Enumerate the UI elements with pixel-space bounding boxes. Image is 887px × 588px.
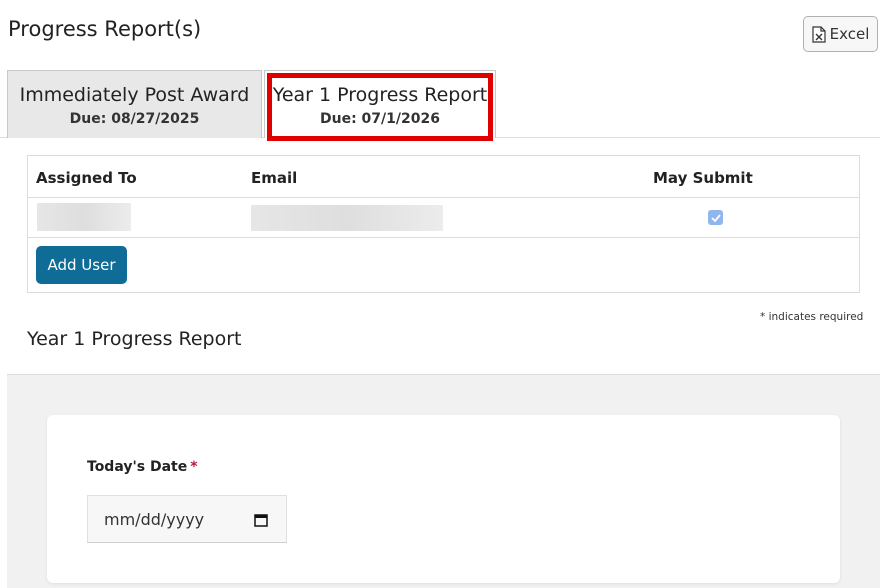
tab-year-1-progress-report[interactable]: Year 1 Progress Report Due: 07/1/2026 [264,70,496,138]
table-row-divider [28,197,859,198]
table-row-divider [28,237,859,238]
tab-title: Immediately Post Award [19,83,250,106]
tab-due-date: Due: 08/27/2025 [69,110,200,127]
column-header-assigned-to: Assigned To [36,169,137,187]
excel-button-label: Excel [829,25,870,43]
add-user-button[interactable]: Add User [36,246,127,284]
column-header-email: Email [251,169,298,187]
required-marker: * [190,459,198,475]
redacted-assigned-to [37,203,131,231]
date-placeholder: mm/dd/yyyy [104,509,205,529]
excel-file-icon [812,25,826,43]
todays-date-input[interactable]: mm/dd/yyyy [87,495,287,543]
tab-due-date: Due: 07/1/2026 [320,110,440,127]
page-title: Progress Report(s) [8,17,202,41]
excel-export-button[interactable]: Excel [803,16,878,52]
users-table: Assigned To Email May Submit Add User [27,155,860,293]
tab-immediately-post-award[interactable]: Immediately Post Award Due: 08/27/2025 [7,70,262,138]
todays-date-label: Today's Date * [87,459,198,475]
todays-date-label-text: Today's Date [87,459,188,475]
may-submit-checkbox[interactable] [708,210,723,225]
section-title: Year 1 Progress Report [27,328,242,350]
checkmark-icon [710,213,721,222]
calendar-icon[interactable] [254,512,268,531]
required-fields-note: * indicates required [760,311,864,323]
form-card: Today's Date * mm/dd/yyyy [47,415,840,583]
tab-title: Year 1 Progress Report [272,83,488,106]
column-header-may-submit: May Submit [653,169,753,187]
redacted-email [251,205,443,231]
